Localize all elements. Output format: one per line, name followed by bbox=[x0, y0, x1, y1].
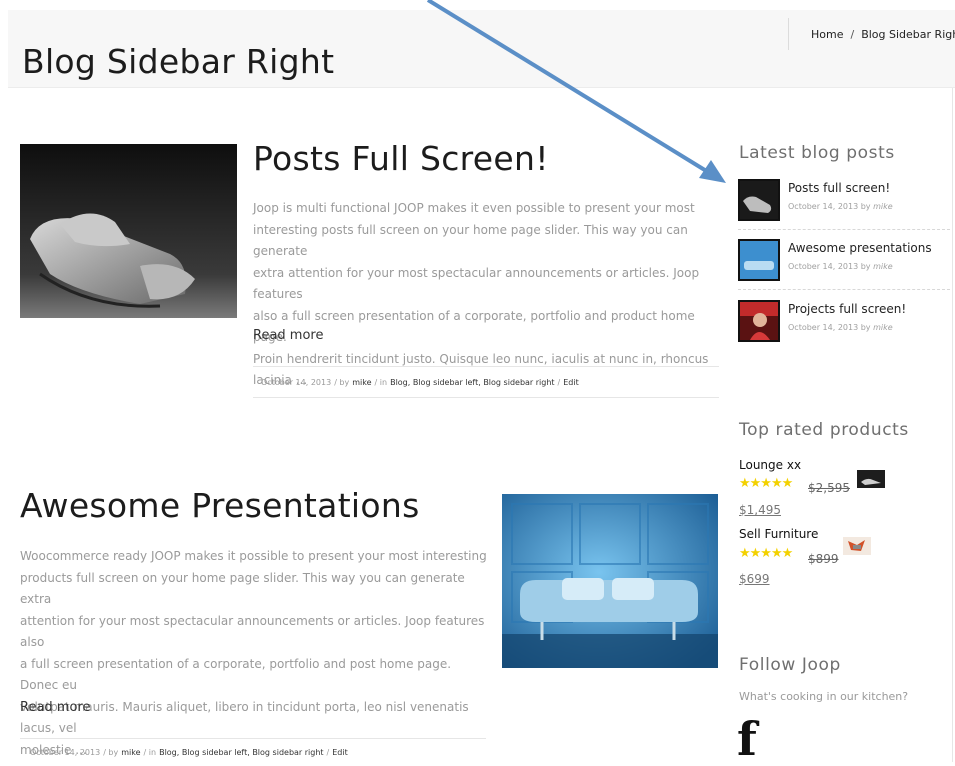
post-date: October 14, 2013 bbox=[30, 748, 101, 757]
excerpt-line: extra attention for your most spectacula… bbox=[253, 265, 700, 302]
latest-post-author-link[interactable]: mike bbox=[873, 323, 893, 332]
breadcrumb-separator: / bbox=[850, 27, 855, 41]
latest-post-item: Projects full screen! October 14, 2013 b… bbox=[738, 300, 950, 352]
product-name-link[interactable]: Sell Furniture bbox=[739, 527, 818, 541]
divider bbox=[738, 229, 950, 230]
facebook-icon[interactable]: f bbox=[737, 716, 757, 762]
product-name-link[interactable]: Lounge xx bbox=[739, 458, 801, 472]
post-title-link[interactable]: Awesome Presentations bbox=[20, 486, 420, 525]
latest-post-date: October 14, 2013 by mike bbox=[788, 323, 893, 332]
furniture-thumbnail-image bbox=[843, 537, 871, 555]
meta-separator: / by bbox=[334, 377, 350, 387]
post-thumbnail-sofa[interactable] bbox=[502, 494, 718, 668]
breadcrumb-home-link[interactable]: Home bbox=[811, 28, 843, 41]
latest-posts-widget-title: Latest blog posts bbox=[739, 143, 895, 163]
excerpt-line: Woocommerce ready JOOP makes it possible… bbox=[20, 549, 487, 563]
arrow-head bbox=[699, 160, 726, 183]
latest-post-item: Awesome presentations October 14, 2013 b… bbox=[738, 239, 950, 291]
chair-thumbnail-image bbox=[740, 181, 778, 219]
latest-post-item: Posts full screen! October 14, 2013 by m… bbox=[738, 179, 950, 231]
post-excerpt: Joop is multi functional JOOP makes it e… bbox=[253, 198, 723, 392]
chair-image bbox=[20, 144, 237, 318]
breadcrumb: Home / Blog Sidebar Right bbox=[788, 18, 955, 50]
breadcrumb-current: Blog Sidebar Right bbox=[861, 27, 955, 41]
post-meta: October 14, 2013 / by mike / in Blog, Bl… bbox=[253, 366, 719, 398]
post-title-link[interactable]: Posts Full Screen! bbox=[253, 139, 549, 178]
meta-separator: / in bbox=[143, 748, 157, 757]
author-link[interactable]: mike bbox=[121, 748, 140, 757]
categories-links[interactable]: Blog, Blog sidebar left, Blog sidebar ri… bbox=[390, 378, 554, 387]
star-rating: ★★★★★ bbox=[739, 546, 793, 561]
latest-post-thumbnail[interactable] bbox=[738, 179, 780, 221]
latest-post-thumbnail[interactable] bbox=[738, 300, 780, 342]
product-old-price: $2,595 bbox=[808, 481, 850, 495]
categories-links[interactable]: Blog, Blog sidebar left, Blog sidebar ri… bbox=[159, 748, 323, 757]
top-rated-widget-title: Top rated products bbox=[739, 420, 909, 440]
lounge-thumbnail-image bbox=[857, 470, 885, 488]
product-sale-price[interactable]: $699 bbox=[739, 572, 770, 586]
meta-separator: / in bbox=[374, 377, 388, 387]
read-more-link[interactable]: Read more bbox=[253, 328, 323, 343]
content-divider bbox=[952, 88, 953, 762]
edit-link[interactable]: Edit bbox=[563, 378, 579, 387]
read-more-link[interactable]: Read more bbox=[20, 700, 90, 715]
product-thumbnail[interactable] bbox=[857, 470, 885, 488]
post-excerpt: Woocommerce ready JOOP makes it possible… bbox=[20, 546, 490, 761]
star-rating: ★★★★★ bbox=[739, 476, 793, 491]
post-date: October 14, 2013 bbox=[261, 377, 332, 387]
follow-widget-title: Follow Joop bbox=[739, 655, 841, 675]
latest-post-date: October 14, 2013 by mike bbox=[788, 202, 893, 211]
excerpt-line: volutpat mauris. Mauris aliquet, libero … bbox=[20, 699, 469, 736]
page-title: Blog Sidebar Right bbox=[22, 42, 335, 82]
excerpt-line: products full screen on your home page s… bbox=[20, 570, 465, 607]
meta-separator: / bbox=[557, 377, 561, 387]
projects-thumbnail-image bbox=[740, 302, 778, 340]
latest-post-author-link[interactable]: mike bbox=[873, 202, 893, 211]
excerpt-line: attention for your most spectacular anno… bbox=[20, 613, 485, 650]
excerpt-line: interesting posts full screen on your ho… bbox=[253, 222, 688, 259]
product-sale-price[interactable]: $1,495 bbox=[739, 503, 781, 517]
edit-link[interactable]: Edit bbox=[332, 748, 348, 757]
meta-separator: / bbox=[326, 748, 330, 757]
sofa-thumbnail-image bbox=[740, 241, 778, 279]
post-thumbnail-chair[interactable] bbox=[20, 144, 237, 318]
meta-separator: / by bbox=[103, 748, 119, 757]
sofa-image bbox=[502, 494, 718, 668]
divider bbox=[738, 289, 950, 290]
latest-post-date-text: October 14, 2013 by bbox=[788, 202, 871, 211]
product-thumbnail[interactable] bbox=[843, 537, 871, 555]
latest-post-thumbnail[interactable] bbox=[738, 239, 780, 281]
latest-post-title-link[interactable]: Projects full screen! bbox=[788, 302, 906, 316]
excerpt-line: also a full screen presentation of a cor… bbox=[253, 308, 695, 345]
follow-subtitle: What's cooking in our kitchen? bbox=[739, 690, 909, 703]
latest-post-author-link[interactable]: mike bbox=[873, 262, 893, 271]
latest-post-title-link[interactable]: Posts full screen! bbox=[788, 181, 890, 195]
excerpt-line: a full screen presentation of a corporat… bbox=[20, 656, 452, 693]
latest-post-title-link[interactable]: Awesome presentations bbox=[788, 241, 932, 255]
latest-post-date-text: October 14, 2013 by bbox=[788, 262, 871, 271]
latest-post-date: October 14, 2013 by mike bbox=[788, 262, 893, 271]
product-old-price: $899 bbox=[808, 552, 839, 566]
latest-post-date-text: October 14, 2013 by bbox=[788, 323, 871, 332]
excerpt-line: Joop is multi functional JOOP makes it e… bbox=[253, 201, 695, 215]
author-link[interactable]: mike bbox=[352, 378, 371, 387]
